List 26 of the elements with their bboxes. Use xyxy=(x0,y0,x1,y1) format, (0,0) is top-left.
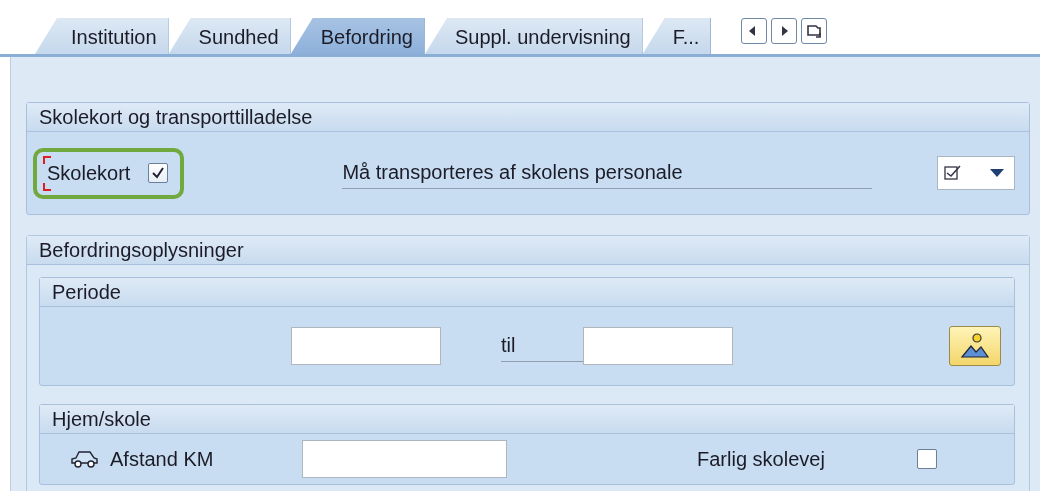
tab[interactable]: Befordring xyxy=(290,18,425,54)
checkbox[interactable] xyxy=(917,449,937,469)
field-label: Skolekort xyxy=(47,161,131,184)
input-field[interactable] xyxy=(291,327,441,365)
field-label: Afstand KM xyxy=(110,447,215,471)
tab[interactable]: F... xyxy=(642,18,712,54)
car-icon xyxy=(69,449,99,469)
scroll-left-icon[interactable] xyxy=(741,18,768,44)
group-title: Befordringsoplysninger xyxy=(27,236,1029,265)
input-field[interactable] xyxy=(583,327,733,365)
field-label: Farlig skolevej xyxy=(697,447,826,471)
group-title: Periode xyxy=(40,278,1014,307)
group-title: Skolekort og transporttilladelse xyxy=(27,103,1029,132)
dropdown[interactable] xyxy=(937,156,1015,190)
tab[interactable]: Suppl. undervisning xyxy=(424,18,643,54)
tab[interactable]: Institution xyxy=(35,18,169,54)
checkbox[interactable] xyxy=(148,163,169,183)
image-button[interactable] xyxy=(949,326,1001,366)
image-icon xyxy=(958,331,992,361)
group-title: Hjem/skole xyxy=(40,405,1014,434)
input-field[interactable] xyxy=(302,440,507,478)
caret-icon xyxy=(990,169,1004,177)
tab[interactable]: Sundhed xyxy=(168,18,291,54)
scroll-right-icon[interactable] xyxy=(771,18,798,44)
field-label: Må transporteres af skolens personale xyxy=(342,157,873,189)
tab-list-icon[interactable] xyxy=(801,18,828,44)
